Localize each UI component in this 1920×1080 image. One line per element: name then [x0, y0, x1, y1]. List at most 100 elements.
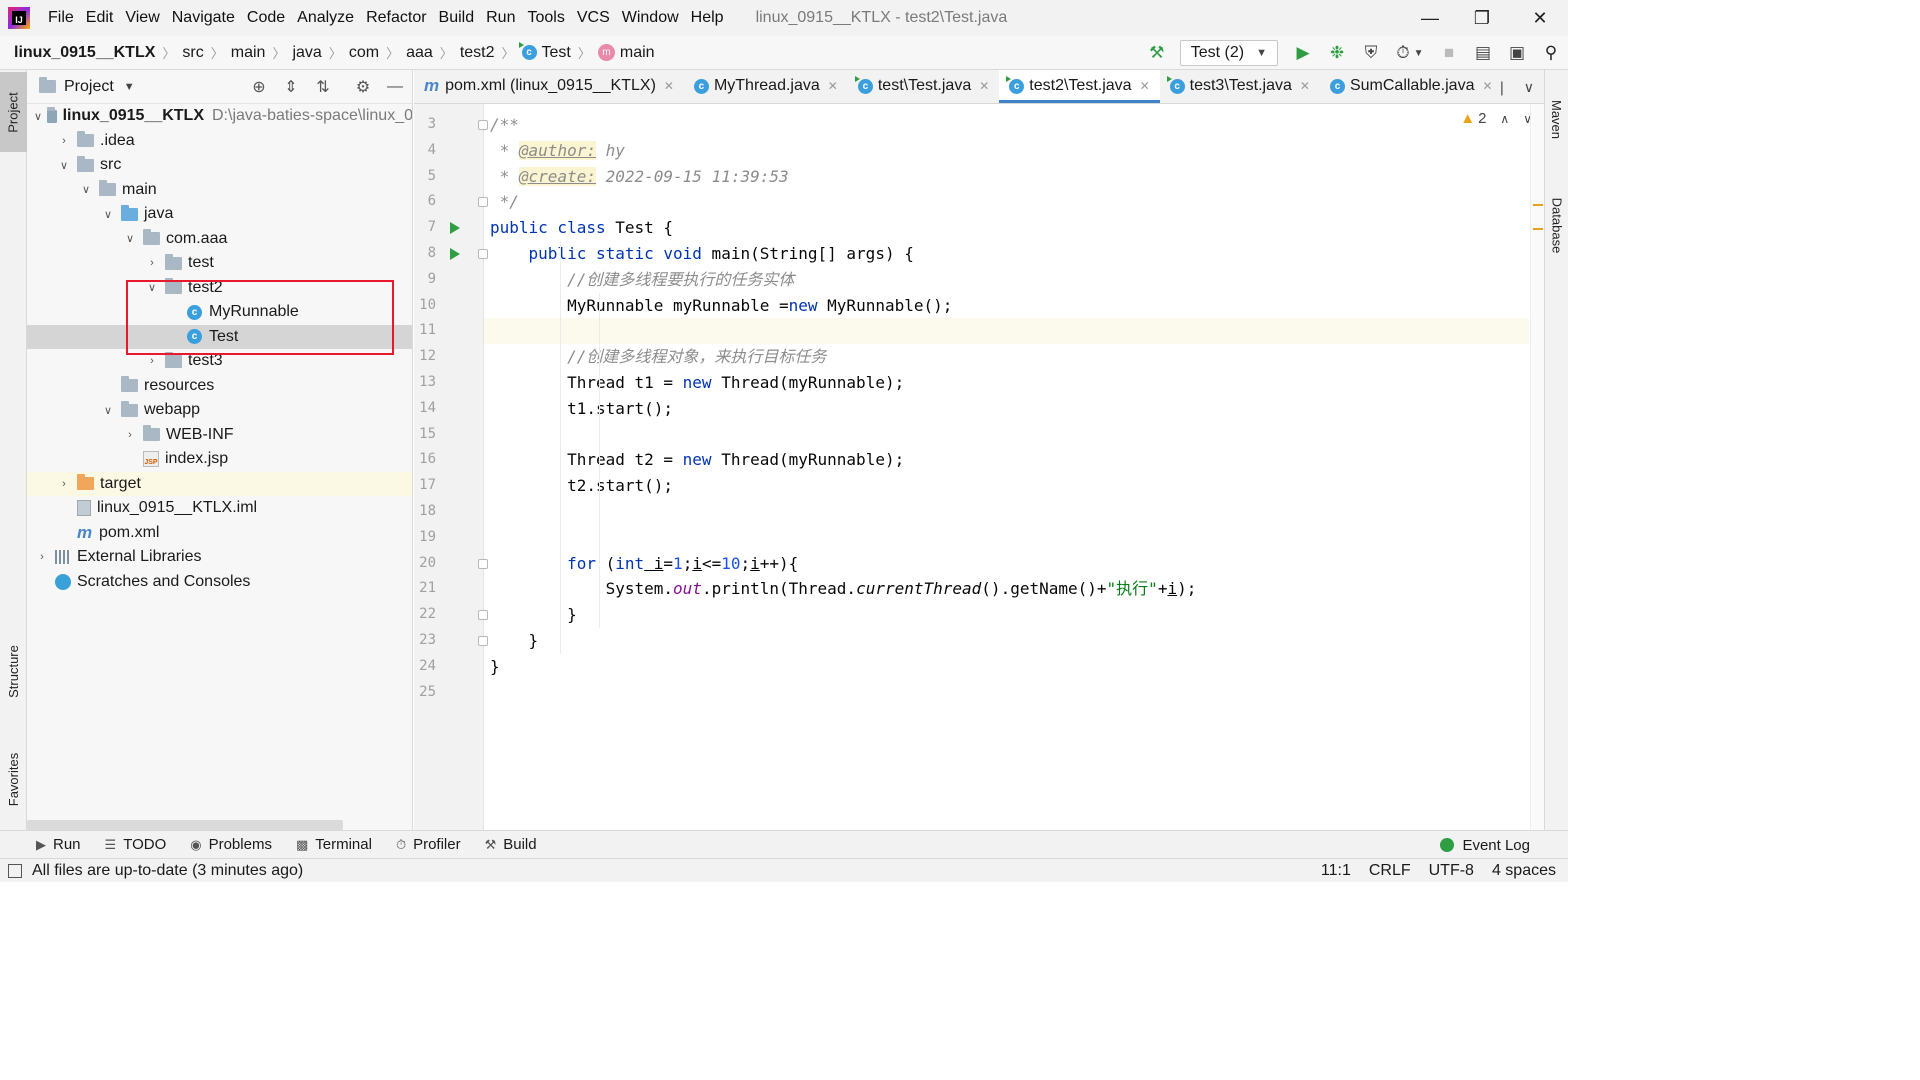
code-line[interactable] [484, 422, 1529, 448]
menu-vcs[interactable]: VCS [571, 9, 616, 27]
locate-target-icon[interactable]: ⊕ [245, 70, 273, 104]
chevron-down-icon[interactable]: ▼ [124, 81, 135, 93]
tree-item-iml[interactable]: linux_0915__KTLX.iml [27, 496, 412, 521]
build-hammer-icon[interactable]: ⚒ [1140, 36, 1174, 70]
code-line[interactable]: //创建多线程要执行的任务实体 [484, 267, 1529, 293]
code-line[interactable]: System.out.println(Thread.currentThread(… [484, 576, 1529, 602]
debug-bug-icon[interactable]: ❉ [1320, 36, 1354, 70]
status-toggle-icon[interactable] [8, 863, 22, 878]
code-line[interactable]: } [484, 602, 1529, 628]
breadcrumb-com[interactable]: com [345, 44, 383, 62]
project-panel-title[interactable]: Project [64, 78, 114, 96]
code-line[interactable] [484, 525, 1529, 551]
run-configuration-select[interactable]: Test (2) ▼ [1179, 40, 1278, 66]
tool-tab-database[interactable]: Database [1545, 180, 1569, 270]
code-line[interactable]: /** [484, 112, 1529, 138]
tree-item-pom[interactable]: m pom.xml [27, 521, 412, 546]
stop-icon[interactable]: ■ [1432, 36, 1466, 70]
tool-terminal[interactable]: ▩ Terminal [296, 836, 372, 853]
tool-tab-favorites[interactable]: Favorites [0, 734, 27, 824]
tool-build[interactable]: ⚒ Build [485, 836, 537, 853]
restore-icon[interactable]: ❐ [1452, 0, 1512, 36]
tab-sumcallable[interactable]: c SumCallable.java ✕ [1320, 70, 1503, 103]
menu-build[interactable]: Build [433, 9, 481, 27]
breadcrumb-main[interactable]: main [227, 44, 270, 62]
code-line[interactable] [484, 680, 1529, 706]
hide-panel-icon[interactable]: — [381, 70, 409, 104]
gear-icon[interactable]: ⚙ [349, 70, 377, 104]
tree-item-main[interactable]: ∨ main [27, 178, 412, 203]
code-line[interactable]: //创建多线程对象，来执行目标任务 [484, 344, 1529, 370]
code-line[interactable]: public class Test { [484, 215, 1529, 241]
code-line[interactable]: Thread t2 = new Thread(myRunnable); [484, 447, 1529, 473]
tree-item-index-jsp[interactable]: JSP index.jsp [27, 447, 412, 472]
previous-highlight-icon[interactable]: ∧ [1500, 112, 1509, 126]
horizontal-scrollbar[interactable] [27, 820, 343, 830]
run-icon[interactable]: ▶ [1286, 36, 1320, 70]
tree-item-external-libraries[interactable]: › External Libraries [27, 545, 412, 570]
line-separator[interactable]: CRLF [1369, 862, 1411, 880]
code-area[interactable]: /** * @author: hy * @create: 2022-09-15 … [484, 104, 1529, 830]
warning-stripe-mark[interactable] [1533, 228, 1543, 230]
profile-icon[interactable]: ⏱ ▼ [1388, 36, 1432, 70]
close-window-icon[interactable]: ✕ [1510, 0, 1570, 36]
run-gutter-icon[interactable] [450, 248, 460, 260]
warning-stripe-mark[interactable] [1533, 204, 1543, 206]
indent-setting[interactable]: 4 spaces [1492, 862, 1556, 880]
layout-icon[interactable]: ▣ [1500, 36, 1534, 70]
chevron-down-icon[interactable]: ∨ [1524, 79, 1534, 96]
error-stripe[interactable] [1530, 104, 1544, 830]
tree-item-root[interactable]: ∨ linux_0915__KTLX D:\java-baties-space\… [27, 104, 412, 129]
menu-window[interactable]: Window [616, 9, 685, 27]
breadcrumb-aaa[interactable]: aaa [402, 44, 437, 62]
menu-navigate[interactable]: Navigate [166, 9, 241, 27]
tool-run[interactable]: ▶ Run [36, 836, 81, 853]
tree-item-webapp[interactable]: ∨ webapp [27, 398, 412, 423]
menu-view[interactable]: View [119, 9, 165, 27]
tree-item-idea[interactable]: › .idea [27, 129, 412, 154]
code-line[interactable] [484, 499, 1529, 525]
code-line[interactable]: * @create: 2022-09-15 11:39:53 [484, 164, 1529, 190]
search-icon[interactable]: ⚲ [1534, 36, 1568, 70]
tree-item-com-aaa[interactable]: ∨ com.aaa [27, 227, 412, 252]
coverage-shield-icon[interactable]: ⛨ [1354, 36, 1388, 70]
breadcrumb-method[interactable]: m main [594, 44, 659, 62]
tool-todo[interactable]: ☰ TODO [105, 836, 167, 853]
code-line[interactable]: t1.start(); [484, 396, 1529, 422]
tree-item-target[interactable]: › target [27, 471, 412, 496]
tab-test3-test[interactable]: c test3\Test.java ✕ [1160, 70, 1320, 103]
code-line[interactable]: } [484, 628, 1529, 654]
breadcrumb-project[interactable]: linux_0915__KTLX [0, 44, 159, 62]
close-icon[interactable]: ✕ [1300, 79, 1310, 93]
code-line[interactable] [484, 318, 1529, 345]
menu-code[interactable]: Code [241, 9, 291, 27]
caret-position[interactable]: 11:1 [1321, 862, 1351, 880]
code-line[interactable]: */ [484, 189, 1529, 215]
breadcrumb-src[interactable]: src [178, 44, 207, 62]
project-structure-icon[interactable]: ▤ [1466, 36, 1500, 70]
close-icon[interactable]: ✕ [828, 79, 838, 93]
menu-edit[interactable]: Edit [80, 9, 120, 27]
code-line[interactable]: for (int i=1;i<=10;i++){ [484, 551, 1529, 577]
show-hidden-tabs-icon[interactable]: ❘ [1496, 79, 1508, 96]
code-line[interactable]: t2.start(); [484, 473, 1529, 499]
breadcrumb-class[interactable]: c Test [518, 42, 575, 62]
collapse-all-icon[interactable]: ⇅ [309, 70, 337, 104]
tool-tab-structure[interactable]: Structure [0, 626, 27, 716]
tool-tab-project[interactable]: Project [0, 72, 27, 152]
breadcrumb-java[interactable]: java [288, 44, 325, 62]
tab-test-test[interactable]: c test\Test.java ✕ [848, 70, 999, 103]
tree-item-src[interactable]: ∨ src [27, 153, 412, 178]
menu-file[interactable]: File [42, 9, 80, 27]
code-line[interactable]: MyRunnable myRunnable =new MyRunnable(); [484, 293, 1529, 319]
expand-all-icon[interactable]: ⇕ [277, 70, 305, 104]
run-gutter-icon[interactable] [450, 222, 460, 235]
breadcrumb-test2[interactable]: test2 [456, 44, 499, 62]
code-line[interactable]: public static void main(String[] args) { [484, 241, 1529, 267]
close-icon[interactable]: ✕ [979, 79, 989, 93]
tab-test2-test[interactable]: c test2\Test.java ✕ [999, 70, 1160, 103]
menu-analyze[interactable]: Analyze [291, 9, 360, 27]
close-icon[interactable]: ✕ [1140, 79, 1150, 93]
file-encoding[interactable]: UTF-8 [1429, 862, 1474, 880]
tool-problems[interactable]: ◉ Problems [190, 836, 272, 853]
